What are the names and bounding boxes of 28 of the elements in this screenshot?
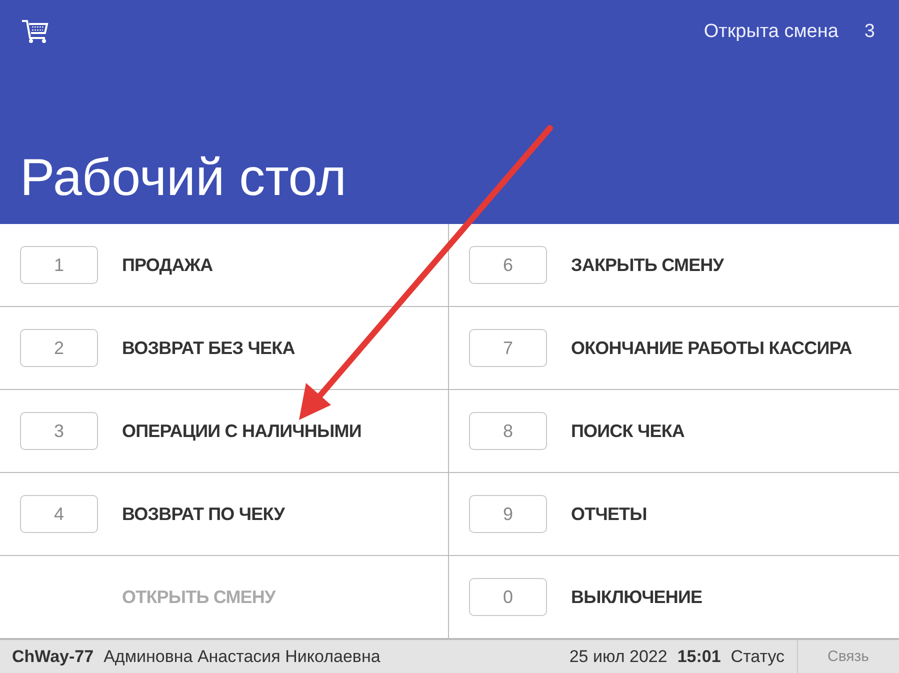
date-text: 25 июл 2022 <box>569 646 668 666</box>
menu-item-label: ОТКРЫТЬ СМЕНУ <box>122 586 276 608</box>
hotkey-label: 1 <box>20 246 98 284</box>
terminal-id: ChWay-77 <box>12 646 94 666</box>
time-text: 15:01 <box>677 646 721 666</box>
menu-item-label: ЗАКРЫТЬ СМЕНУ <box>571 254 724 276</box>
page-title: Рабочий стол <box>20 152 348 204</box>
shift-number: 3 <box>864 21 875 43</box>
hotkey-label: 2 <box>20 329 98 367</box>
shift-status: Открыта смена <box>704 21 838 43</box>
menu-item-label: ВОЗВРАТ ПО ЧЕКУ <box>122 504 285 524</box>
menu-item-label: ПОИСК ЧЕКА <box>571 420 685 442</box>
hotkey-label: 0 <box>469 578 547 616</box>
hotkey-label: 4 <box>20 495 98 533</box>
hotkey-label: 8 <box>469 412 547 450</box>
shopping-cart-icon[interactable] <box>20 18 50 46</box>
menu-item-label: ВОЗВРАТ БЕЗ ЧЕКА <box>122 338 295 358</box>
menu-item-label: ОПЕРАЦИИ С НАЛИЧНЫМИ <box>122 420 362 442</box>
hotkey-label: 3 <box>20 412 98 450</box>
menu-item-label: ПРОДАЖА <box>122 254 213 276</box>
user-name: Админовна Анастасия Николаевна <box>104 646 380 666</box>
status-text: Статус <box>730 646 785 666</box>
hotkey-label: 7 <box>469 329 547 367</box>
hotkey-label: 9 <box>469 495 547 533</box>
menu-item-label: ОКОНЧАНИЕ РАБОТЫ КАССИРА <box>571 338 852 358</box>
menu-item-label: ОТЧЕТЫ <box>571 504 647 524</box>
hotkey-label: 6 <box>469 246 547 284</box>
menu-item-label: ВЫКЛЮЧЕНИЕ <box>571 586 702 608</box>
